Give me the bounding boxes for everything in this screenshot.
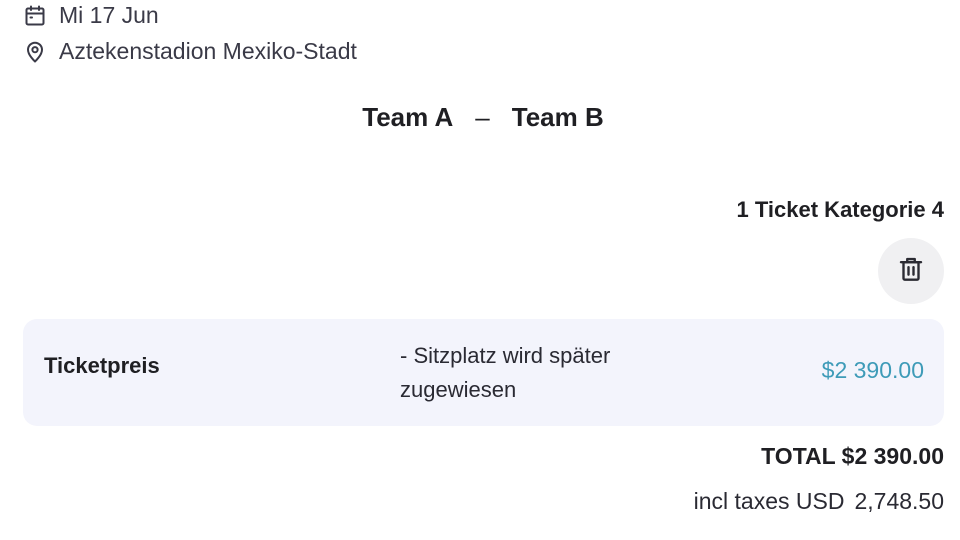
ticket-price-value: $2 390.00: [821, 357, 924, 383]
location-pin-icon: [23, 40, 47, 64]
seat-assignment-note: - Sitzplatz wird später zugewiesen: [400, 343, 611, 402]
match-title: Team A – Team B: [0, 102, 960, 133]
taxes-row: incl taxes USD 2,748.50: [694, 488, 944, 515]
taxes-value: 2,748.50: [854, 488, 944, 514]
taxes-label: incl taxes USD: [693, 488, 845, 514]
team-away: Team B: [511, 102, 604, 132]
ticket-price-label: Ticketpreis: [44, 353, 160, 378]
trash-icon: [896, 254, 926, 289]
ticket-price-card: Ticketpreis - Sitzplatz wird später zuge…: [23, 319, 944, 426]
event-date-row: Mi 17 Jun: [23, 2, 159, 29]
order-total: TOTAL $2 390.00: [761, 443, 944, 469]
event-venue: Aztekenstadion Mexiko-Stadt: [59, 38, 357, 64]
calendar-icon: [23, 4, 47, 28]
team-home: Team A: [362, 102, 454, 132]
delete-ticket-button[interactable]: [878, 238, 944, 304]
event-date: Mi 17 Jun: [59, 2, 159, 28]
match-separator: –: [475, 102, 490, 132]
ticket-category-label: 1 Ticket Kategorie 4: [736, 197, 944, 222]
event-venue-row: Aztekenstadion Mexiko-Stadt: [23, 38, 357, 65]
ticket-cart-page: Mi 17 Jun Aztekenstadion Mexiko-Stadt Te…: [0, 0, 960, 540]
